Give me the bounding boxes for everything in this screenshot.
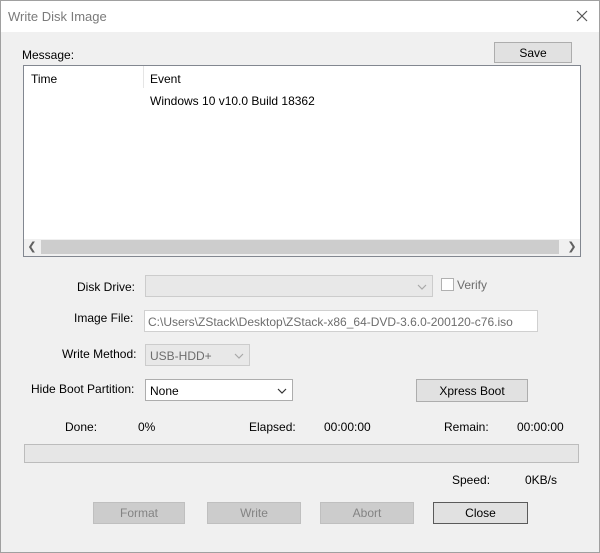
image-file-label: Image File:	[74, 311, 134, 325]
list-item-event: Windows 10 v10.0 Build 18362	[150, 94, 315, 108]
close-button[interactable]: Close	[433, 502, 528, 524]
remain-value: 00:00:00	[517, 420, 564, 434]
chevron-down-icon	[277, 385, 287, 399]
speed-value: 0KB/s	[525, 473, 558, 487]
progress-bar	[24, 444, 579, 463]
verify-label[interactable]: Verify	[457, 278, 487, 292]
column-separator	[143, 66, 144, 88]
done-label: Done:	[65, 420, 98, 434]
hide-boot-partition-select[interactable]: None	[145, 379, 293, 401]
chevron-down-icon	[234, 350, 244, 364]
window-title: Write Disk Image	[8, 9, 107, 24]
disk-drive-select[interactable]	[145, 275, 433, 297]
message-list[interactable]: Time Event Windows 10 v10.0 Build 18362 …	[23, 65, 581, 257]
remain-label: Remain:	[444, 420, 489, 434]
format-button[interactable]: Format	[93, 502, 185, 524]
write-method-value: USB-HDD+	[150, 349, 212, 363]
save-button[interactable]: Save	[494, 42, 572, 63]
verify-checkbox[interactable]	[441, 278, 454, 291]
speed-label: Speed:	[452, 473, 491, 487]
scroll-right-icon[interactable]: ❯	[566, 241, 578, 253]
write-button[interactable]: Write	[207, 502, 301, 524]
hide-boot-partition-label: Hide Boot Partition:	[31, 382, 135, 396]
xpress-boot-button[interactable]: Xpress Boot	[416, 379, 528, 402]
elapsed-label: Elapsed:	[249, 420, 296, 434]
elapsed-value: 00:00:00	[324, 420, 371, 434]
chevron-down-icon	[417, 281, 427, 295]
horizontal-scrollbar[interactable]: ❮ ❯	[24, 239, 580, 256]
image-file-field[interactable]: C:\Users\ZStack\Desktop\ZStack-x86_64-DV…	[144, 310, 538, 332]
close-icon[interactable]	[573, 7, 591, 25]
column-header-time[interactable]: Time	[31, 72, 57, 86]
write-disk-image-dialog: Write Disk Image Message: Save Time Even…	[0, 0, 600, 553]
disk-drive-label: Disk Drive:	[77, 280, 136, 294]
done-value: 0%	[138, 420, 156, 434]
scrollbar-thumb[interactable]	[41, 240, 559, 254]
write-method-select[interactable]: USB-HDD+	[145, 344, 250, 366]
scroll-left-icon[interactable]: ❮	[26, 241, 38, 253]
abort-button[interactable]: Abort	[320, 502, 414, 524]
write-method-label: Write Method:	[62, 347, 137, 361]
column-header-event[interactable]: Event	[150, 72, 181, 86]
message-label: Message:	[22, 48, 75, 62]
hide-boot-partition-value: None	[150, 384, 179, 398]
title-bar: Write Disk Image	[1, 1, 599, 32]
image-file-value: C:\Users\ZStack\Desktop\ZStack-x86_64-DV…	[148, 315, 513, 329]
